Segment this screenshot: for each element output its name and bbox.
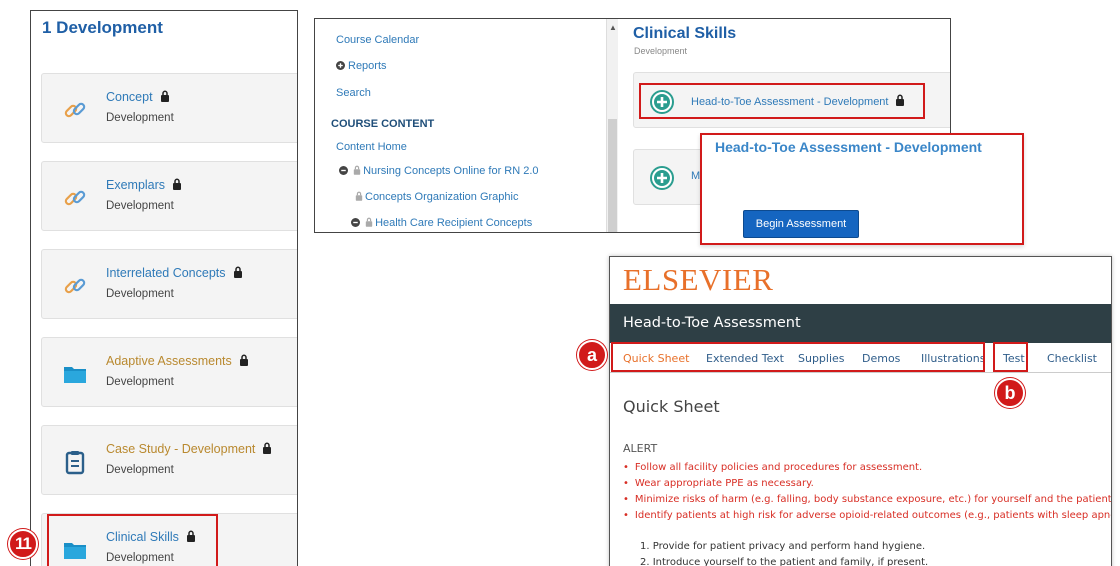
plus-circle-icon [650,166,674,190]
module-list-panel: 1 Development Concept Development Exempl… [30,10,298,566]
lock-icon [173,178,182,190]
lock-icon [896,94,905,106]
popup-title: Head-to-Toe Assessment - Development [715,139,982,155]
elsevier-logo: ELSEVIER [623,262,774,297]
module-subtitle: Development [106,288,174,300]
folder-icon [64,543,86,559]
lock-icon [186,530,195,542]
alert-item: Wear appropriate PPE as necessary. [623,478,1111,494]
lock-icon [239,354,248,366]
module-title[interactable]: Concept [106,90,170,104]
lock-icon [355,191,363,201]
step-badge-11: 11 [8,529,38,559]
sidebar-search[interactable]: Search [336,87,371,99]
procedure-step: 2. Introduce yourself to the patient and… [640,557,929,566]
lock-icon [160,90,169,102]
module-title[interactable]: Case Study - Development [106,442,272,456]
lock-icon [365,217,373,227]
course-sidebar: Course Calendar Reports Search COURSE CO… [315,19,606,232]
clipboard-icon [65,451,85,475]
scrollbar-thumb[interactable] [608,119,617,232]
module-clinical-skills[interactable]: Clinical Skills Development [41,513,297,566]
tab-demos[interactable]: Demos [862,352,900,365]
section-title: Quick Sheet [623,397,720,416]
tab-extended-text[interactable]: Extended Text [706,352,784,365]
unit-title: 1 Development [42,18,163,37]
begin-assessment-button[interactable]: Begin Assessment [743,210,859,238]
plus-circle-icon [336,61,345,70]
alert-item: Identify patients at high risk for adver… [623,510,1111,526]
alert-item: Minimize risks of harm (e.g. falling, bo… [623,494,1111,510]
tree-item-nursing-concepts[interactable]: Nursing Concepts Online for RN 2.0 [339,165,539,177]
module-subtitle: Development [106,200,174,212]
tab-supplies[interactable]: Supplies [798,352,845,365]
card-title[interactable]: M [691,170,700,182]
module-interrelated-concepts[interactable]: Interrelated Concepts Development [41,249,297,319]
scroll-up-arrow-icon[interactable]: ▲ [609,23,617,32]
tree-item-organization-graphic[interactable]: Concepts Organization Graphic [355,191,518,203]
plus-circle-icon [650,90,674,114]
lock-icon [353,165,361,175]
link-icon [64,102,86,118]
module-adaptive-assessments[interactable]: Adaptive Assessments Development [41,337,297,407]
alert-list: Follow all facility policies and procedu… [623,462,1111,526]
lock-icon [263,442,272,454]
procedure-step: 1. Provide for patient privacy and perfo… [640,541,926,552]
skill-title: Head-to-Toe Assessment [623,315,801,331]
procedure-steps: 1. Provide for patient privacy and perfo… [640,541,928,566]
card-head-to-toe[interactable]: Head-to-Toe Assessment - Development [633,72,950,128]
assessment-popup: Head-to-Toe Assessment - Development Beg… [700,133,1024,245]
module-subtitle: Development [106,112,174,124]
tab-checklist[interactable]: Checklist [1047,352,1097,365]
step-badge-b: b [995,378,1025,408]
sidebar-reports[interactable]: Reports [336,60,387,72]
link-icon [64,278,86,294]
sidebar-course-calendar[interactable]: Course Calendar [336,34,419,46]
card-title[interactable]: Head-to-Toe Assessment - Development [691,94,905,108]
module-title[interactable]: Exemplars [106,178,182,192]
module-exemplars[interactable]: Exemplars Development [41,161,297,231]
module-subtitle: Development [106,464,174,476]
module-subtitle: Development [106,376,174,388]
alert-label: ALERT [623,442,658,455]
module-title[interactable]: Adaptive Assessments [106,354,249,368]
module-title[interactable]: Interrelated Concepts [106,266,243,280]
tree-item-health-care-recipient[interactable]: Health Care Recipient Concepts [351,217,532,229]
folder-icon [64,367,86,383]
lock-icon [233,266,242,278]
skill-title-bar: Head-to-Toe Assessment [610,304,1111,343]
folder-title: Clinical Skills [633,25,737,42]
tab-illustrations[interactable]: Illustrations [921,352,985,365]
module-case-study[interactable]: Case Study - Development Development [41,425,297,495]
link-icon [64,190,86,206]
module-concept[interactable]: Concept Development [41,73,297,143]
sidebar-content-home[interactable]: Content Home [336,141,407,153]
tab-test[interactable]: Test [1003,352,1025,365]
tab-quick-sheet[interactable]: Quick Sheet [623,352,689,365]
step-badge-a: a [577,340,607,370]
sidebar-scrollbar[interactable]: ▲ [606,19,618,232]
alert-item: Follow all facility policies and procedu… [623,462,1111,478]
module-subtitle: Development [106,552,174,564]
folder-subtitle: Development [634,46,688,56]
minus-circle-icon [351,218,360,227]
elsevier-skill-panel: ELSEVIER Head-to-Toe Assessment Quick Sh… [609,256,1112,566]
minus-circle-icon [339,166,348,175]
skill-tabs: Quick Sheet Extended Text Supplies Demos… [610,343,1111,373]
course-content-heading: COURSE CONTENT [331,118,435,130]
module-title[interactable]: Clinical Skills [106,530,196,544]
